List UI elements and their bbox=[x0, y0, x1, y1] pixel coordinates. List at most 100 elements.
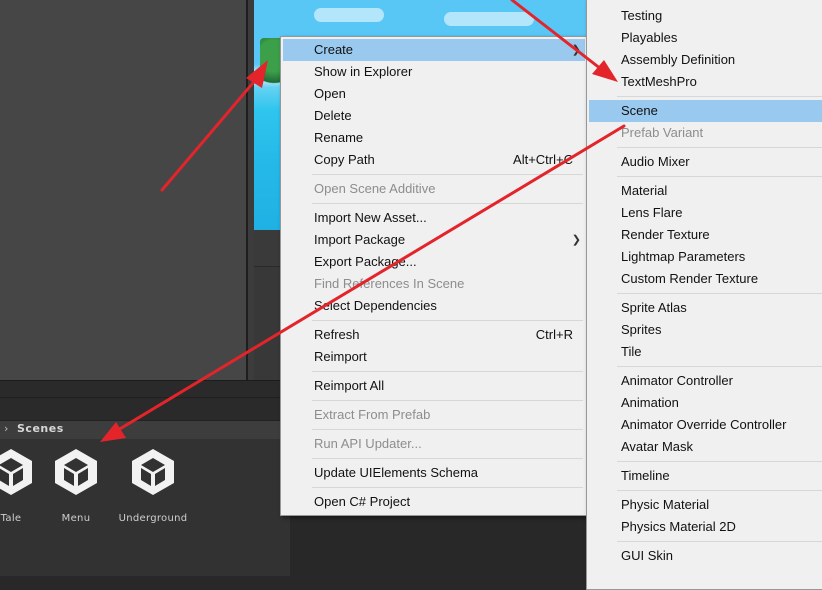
project-assets-grid: Tale Menu Underground bbox=[0, 439, 290, 576]
menu-item-label: Material bbox=[621, 183, 668, 198]
chevron-right-icon: ❯ bbox=[571, 44, 581, 56]
menu-item-delete[interactable]: Delete bbox=[283, 105, 585, 127]
menu-item-label: Physics Material 2D bbox=[621, 519, 736, 534]
menu-item-open[interactable]: Open bbox=[283, 83, 585, 105]
chevron-right-icon[interactable]: › bbox=[4, 422, 8, 435]
scene-asset-menu[interactable]: Menu bbox=[39, 447, 113, 527]
project-context-menu: Create ❯ Show in Explorer Open Delete Re… bbox=[280, 36, 588, 516]
menu-item-update-uielements-schema[interactable]: Update UIElements Schema bbox=[283, 462, 585, 484]
menu-item-label: Run API Updater... bbox=[314, 436, 422, 451]
scene-asset-underground[interactable]: Underground bbox=[116, 447, 190, 527]
menu-item-label: Render Texture bbox=[621, 227, 710, 242]
menu-item-select-dependencies[interactable]: Select Dependencies bbox=[283, 295, 585, 317]
create-submenu: Testing Playables Assembly Definition Te… bbox=[586, 0, 822, 590]
submenu-item-tile[interactable]: Tile bbox=[589, 341, 822, 363]
menu-item-label: Scene bbox=[621, 103, 658, 118]
submenu-item-avatar-mask[interactable]: Avatar Mask bbox=[589, 436, 822, 458]
submenu-item-assembly-definition[interactable]: Assembly Definition bbox=[589, 49, 822, 71]
menu-item-label: Find References In Scene bbox=[314, 276, 465, 291]
submenu-item-timeline[interactable]: Timeline bbox=[589, 465, 822, 487]
menu-separator bbox=[617, 293, 822, 294]
submenu-item-testing[interactable]: Testing bbox=[589, 5, 822, 27]
submenu-item-lightmap-parameters[interactable]: Lightmap Parameters bbox=[589, 246, 822, 268]
menu-item-refresh[interactable]: Refresh Ctrl+R bbox=[283, 324, 585, 346]
menu-item-label: Animation bbox=[621, 395, 679, 410]
scene-hierarchy-panel bbox=[0, 0, 248, 380]
menu-item-label: Physic Material bbox=[621, 497, 710, 512]
menu-item-reimport[interactable]: Reimport bbox=[283, 346, 585, 368]
cloud-decoration bbox=[444, 12, 534, 26]
menu-separator bbox=[617, 366, 822, 367]
submenu-item-sprite-atlas[interactable]: Sprite Atlas bbox=[589, 297, 822, 319]
submenu-item-physic-material[interactable]: Physic Material bbox=[589, 494, 822, 516]
submenu-item-sprites[interactable]: Sprites bbox=[589, 319, 822, 341]
menu-item-reimport-all[interactable]: Reimport All bbox=[283, 375, 585, 397]
menu-item-label: Select Dependencies bbox=[314, 298, 437, 313]
menu-separator bbox=[617, 96, 822, 97]
menu-item-label: Update UIElements Schema bbox=[314, 465, 479, 480]
menu-item-label: Rename bbox=[314, 130, 364, 145]
unity-logo-icon bbox=[55, 449, 97, 495]
unity-logo-icon bbox=[0, 449, 32, 495]
submenu-item-audio-mixer[interactable]: Audio Mixer bbox=[589, 151, 822, 173]
project-breadcrumb-bar: › Scenes bbox=[0, 420, 290, 440]
breadcrumb-scenes[interactable]: Scenes bbox=[17, 422, 64, 435]
menu-separator bbox=[312, 174, 583, 175]
menu-separator bbox=[617, 461, 822, 462]
cloud-decoration bbox=[314, 8, 384, 22]
submenu-item-textmeshpro[interactable]: TextMeshPro bbox=[589, 71, 822, 93]
menu-item-create[interactable]: Create ❯ bbox=[283, 39, 585, 61]
menu-item-label: Copy Path bbox=[314, 152, 375, 167]
submenu-item-material[interactable]: Material bbox=[589, 180, 822, 202]
menu-item-label: Prefab Variant bbox=[621, 125, 704, 140]
menu-item-label: Animator Controller bbox=[621, 373, 733, 388]
submenu-item-render-texture[interactable]: Render Texture bbox=[589, 224, 822, 246]
menu-item-import-new-asset[interactable]: Import New Asset... bbox=[283, 207, 585, 229]
menu-separator bbox=[312, 429, 583, 430]
submenu-item-animator-controller[interactable]: Animator Controller bbox=[589, 370, 822, 392]
menu-item-label: Export Package... bbox=[314, 254, 417, 269]
menu-item-rename[interactable]: Rename bbox=[283, 127, 585, 149]
menu-item-label: Sprites bbox=[621, 322, 662, 337]
submenu-item-playables[interactable]: Playables bbox=[589, 27, 822, 49]
unity-logo-icon bbox=[132, 449, 174, 495]
submenu-item-lens-flare[interactable]: Lens Flare bbox=[589, 202, 822, 224]
menu-item-label: TextMeshPro bbox=[621, 74, 697, 89]
menu-item-label: Reimport bbox=[314, 349, 367, 364]
menu-item-label: Playables bbox=[621, 30, 678, 45]
menu-separator bbox=[312, 400, 583, 401]
menu-separator bbox=[312, 320, 583, 321]
menu-item-label: Avatar Mask bbox=[621, 439, 694, 454]
menu-item-label: Show in Explorer bbox=[314, 64, 413, 79]
menu-item-open-csharp-project[interactable]: Open C# Project bbox=[283, 491, 585, 513]
submenu-item-animation[interactable]: Animation bbox=[589, 392, 822, 414]
menu-separator bbox=[617, 147, 822, 148]
submenu-item-animator-override-controller[interactable]: Animator Override Controller bbox=[589, 414, 822, 436]
menu-item-label: Timeline bbox=[621, 468, 670, 483]
menu-item-label: Testing bbox=[621, 8, 663, 23]
submenu-item-prefab-variant: Prefab Variant bbox=[589, 122, 822, 144]
menu-separator bbox=[617, 541, 822, 542]
menu-item-label: Open Scene Additive bbox=[314, 181, 436, 196]
menu-item-label: Import New Asset... bbox=[314, 210, 427, 225]
menu-item-export-package[interactable]: Export Package... bbox=[283, 251, 585, 273]
menu-item-shortcut: Alt+Ctrl+C bbox=[513, 152, 573, 167]
menu-item-label: Reimport All bbox=[314, 378, 385, 393]
menu-item-label: Audio Mixer bbox=[621, 154, 690, 169]
menu-item-copy-path[interactable]: Copy Path Alt+Ctrl+C bbox=[283, 149, 585, 171]
menu-item-label: Tile bbox=[621, 344, 642, 359]
menu-item-open-scene-additive: Open Scene Additive bbox=[283, 178, 585, 200]
submenu-item-physics-material-2d[interactable]: Physics Material 2D bbox=[589, 516, 822, 538]
submenu-item-custom-render-texture[interactable]: Custom Render Texture bbox=[589, 268, 822, 290]
menu-item-show-in-explorer[interactable]: Show in Explorer bbox=[283, 61, 585, 83]
asset-label: Menu bbox=[61, 513, 91, 524]
menu-item-label: Custom Render Texture bbox=[621, 271, 759, 286]
chevron-right-icon: ❯ bbox=[571, 234, 581, 246]
menu-separator bbox=[312, 371, 583, 372]
submenu-item-scene[interactable]: Scene bbox=[589, 100, 822, 122]
menu-item-import-package[interactable]: Import Package ❯ bbox=[283, 229, 585, 251]
menu-item-label: Create bbox=[314, 42, 354, 57]
menu-item-extract-from-prefab: Extract From Prefab bbox=[283, 404, 585, 426]
submenu-item-gui-skin[interactable]: GUI Skin bbox=[589, 545, 822, 567]
menu-item-label: Extract From Prefab bbox=[314, 407, 431, 422]
